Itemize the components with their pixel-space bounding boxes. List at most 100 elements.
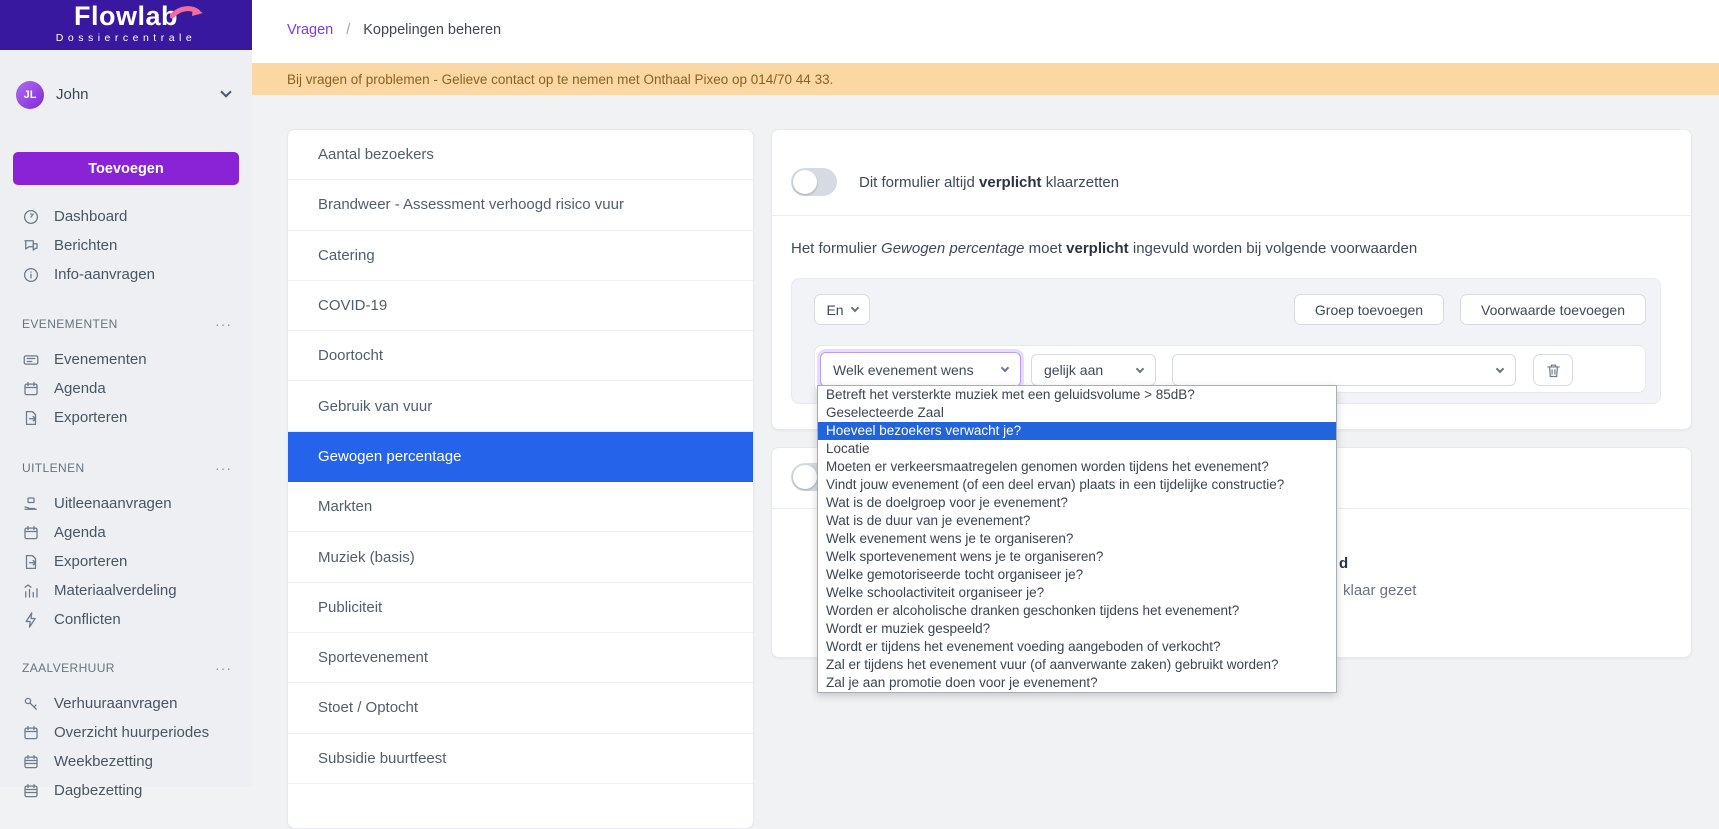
dropdown-option[interactable]: Moeten er verkeersmaatregelen genomen wo…: [818, 458, 1336, 476]
breadcrumb-separator: /: [346, 22, 350, 38]
occluded-text-fragment: klaar gezet: [1343, 582, 1416, 599]
sidebar-item-info-aanvragen[interactable]: Info-aanvragen: [0, 260, 252, 289]
dropdown-option[interactable]: Welk sportevenement wens je te organiser…: [818, 548, 1336, 566]
more-icon[interactable]: [215, 463, 232, 473]
ticket-icon: [22, 351, 40, 369]
dropdown-option-selected[interactable]: Hoeveel bezoekers verwacht je?: [818, 422, 1336, 440]
more-icon[interactable]: [215, 663, 232, 673]
form-list-item[interactable]: Gebruik van vuur: [288, 381, 753, 431]
sidebar-item-overzicht-huurperiodes[interactable]: Overzicht huurperiodes: [0, 718, 252, 747]
breadcrumb-link-vragen[interactable]: Vragen: [287, 22, 333, 38]
sidebar-item-label: Exporteren: [54, 553, 127, 570]
intro-text: ingevuld worden bij volgende voorwaarden: [1129, 240, 1418, 257]
sidebar-item-agenda-evenementen[interactable]: Agenda: [0, 374, 252, 403]
brand-name-text: Flowlab: [74, 1, 178, 31]
operator-select[interactable]: En: [814, 294, 870, 325]
form-list-item[interactable]: Subsidie buurtfeest: [288, 734, 753, 784]
form-list-item[interactable]: Catering: [288, 231, 753, 281]
add-button[interactable]: Toevoegen: [13, 152, 239, 185]
form-list-item[interactable]: Aantal bezoekers: [288, 130, 753, 180]
form-list-item[interactable]: Publiciteit: [288, 583, 753, 633]
calendar-icon: [22, 380, 40, 398]
sidebar-item-label: Agenda: [54, 380, 106, 397]
required-toggle[interactable]: [791, 168, 837, 196]
dropdown-option[interactable]: Welke gemotoriseerde tocht organiseer je…: [818, 566, 1336, 584]
dropdown-option[interactable]: Worden er alcoholische dranken geschonke…: [818, 602, 1336, 620]
form-list-item[interactable]: Doortocht: [288, 331, 753, 381]
sidebar-item-label: Evenementen: [54, 351, 147, 368]
label-text: klaarzetten: [1042, 174, 1120, 191]
sidebar-item-evenementen[interactable]: Evenementen: [0, 345, 252, 374]
sidebar-item-label: Verhuuraanvragen: [54, 695, 177, 712]
brand-logo: Flowlab Dossiercentrale: [0, 0, 252, 50]
sidebar-item-label: Uitleenaanvragen: [54, 495, 172, 512]
user-menu[interactable]: JL John: [0, 78, 252, 112]
dropdown-option[interactable]: Betreft het versterkte muziek met een ge…: [818, 386, 1336, 404]
intro-text: moet: [1024, 240, 1066, 257]
form-list-item[interactable]: Stoet / Optocht: [288, 683, 753, 733]
sidebar-item-label: Overzicht huurperiodes: [54, 724, 209, 741]
sidebar-item-materiaalverdeling[interactable]: Materiaalverdeling: [0, 576, 252, 605]
sidebar-item-agenda-uitlenen[interactable]: Agenda: [0, 518, 252, 547]
sidebar-item-weekbezetting[interactable]: Weekbezetting: [0, 747, 252, 776]
sidebar-item-dagbezetting[interactable]: Dagbezetting: [0, 776, 252, 805]
condition-operator-select[interactable]: gelijk aan: [1031, 354, 1156, 386]
gauge-icon: [22, 208, 40, 226]
intro-bold: verplicht: [1066, 240, 1129, 257]
condition-intro: Het formulier Gewogen percentage moet ve…: [791, 240, 1417, 257]
operator-label: En: [826, 302, 843, 318]
calendar-icon: [22, 724, 40, 742]
trash-icon: [1545, 362, 1562, 379]
condition-field-select[interactable]: Welk evenement wens: [820, 352, 1021, 387]
form-list-item[interactable]: Brandweer - Assessment verhoogd risico v…: [288, 180, 753, 230]
calendar-grid-icon: [22, 782, 40, 800]
intro-text: Het formulier: [791, 240, 881, 257]
dropdown-option[interactable]: Wordt er muziek gespeeld?: [818, 620, 1336, 638]
toggle-knob: [793, 170, 817, 194]
sidebar-item-exporteren-evenementen[interactable]: Exporteren: [0, 403, 252, 432]
form-list-item-selected[interactable]: Gewogen percentage: [288, 432, 753, 482]
delete-condition-button[interactable]: [1533, 354, 1573, 386]
sidebar-item-conflicten[interactable]: Conflicten: [0, 605, 252, 634]
notice-banner-text: Bij vragen of problemen - Gelieve contac…: [287, 72, 833, 87]
required-toggle-label: Dit formulier altijd verplicht klaarzett…: [859, 174, 1119, 191]
sidebar-item-uitleenaanvragen[interactable]: Uitleenaanvragen: [0, 489, 252, 518]
dropdown-option[interactable]: Wat is de duur van je evenement?: [818, 512, 1336, 530]
sidebar-item-dashboard[interactable]: Dashboard: [0, 202, 252, 231]
breadcrumb-current: Koppelingen beheren: [363, 22, 501, 38]
form-list-item[interactable]: Markten: [288, 482, 753, 532]
chevron-down-icon[interactable]: [220, 86, 231, 97]
export-icon: [22, 409, 40, 427]
label-bold: verplicht: [979, 174, 1042, 191]
dropdown-option[interactable]: Wat is de doelgroep voor je evenement?: [818, 494, 1336, 512]
dropdown-option[interactable]: Vindt jouw evenement (of een deel ervan)…: [818, 476, 1336, 494]
chat-icon: [22, 237, 40, 255]
add-condition-button[interactable]: Voorwaarde toevoegen: [1460, 294, 1646, 325]
sidebar-nav-zaalverhuur: Verhuuraanvragen Overzicht huurperiodes …: [0, 689, 252, 805]
bolt-icon: [22, 611, 40, 629]
condition-value-select[interactable]: [1172, 354, 1516, 386]
dropdown-option[interactable]: Wordt er tijdens het evenement voeding a…: [818, 638, 1336, 656]
chevron-down-icon: [1496, 364, 1504, 372]
form-list-item[interactable]: COVID-19: [288, 281, 753, 331]
form-list-item[interactable]: Sportevenement: [288, 633, 753, 683]
dropdown-option[interactable]: Welk evenement wens je te organiseren?: [818, 530, 1336, 548]
dropdown-option[interactable]: Zal je aan promotie doen voor je eveneme…: [818, 674, 1336, 692]
sidebar-item-berichten[interactable]: Berichten: [0, 231, 252, 260]
dropdown-option[interactable]: Geselecteerde Zaal: [818, 404, 1336, 422]
chevron-down-icon: [1001, 364, 1009, 372]
more-icon[interactable]: [215, 319, 232, 329]
sidebar-item-label: Weekbezetting: [54, 753, 153, 770]
sidebar-item-verhuuraanvragen[interactable]: Verhuuraanvragen: [0, 689, 252, 718]
topbar: Vragen / Koppelingen beheren: [252, 0, 1719, 63]
sidebar-item-label: Materiaalverdeling: [54, 582, 177, 599]
intro-form-name: Gewogen percentage: [881, 240, 1024, 257]
sidebar-item-exporteren-uitlenen[interactable]: Exporteren: [0, 547, 252, 576]
label-text: Dit formulier altijd: [859, 174, 979, 191]
dropdown-option[interactable]: Zal er tijdens het evenement vuur (of aa…: [818, 656, 1336, 674]
dropdown-option[interactable]: Welke schoolactiviteit organiseer je?: [818, 584, 1336, 602]
dropdown-option[interactable]: Locatie: [818, 440, 1336, 458]
add-group-button[interactable]: Groep toevoegen: [1294, 294, 1444, 325]
sidebar-item-label: Exporteren: [54, 409, 127, 426]
form-list-item[interactable]: Muziek (basis): [288, 532, 753, 582]
